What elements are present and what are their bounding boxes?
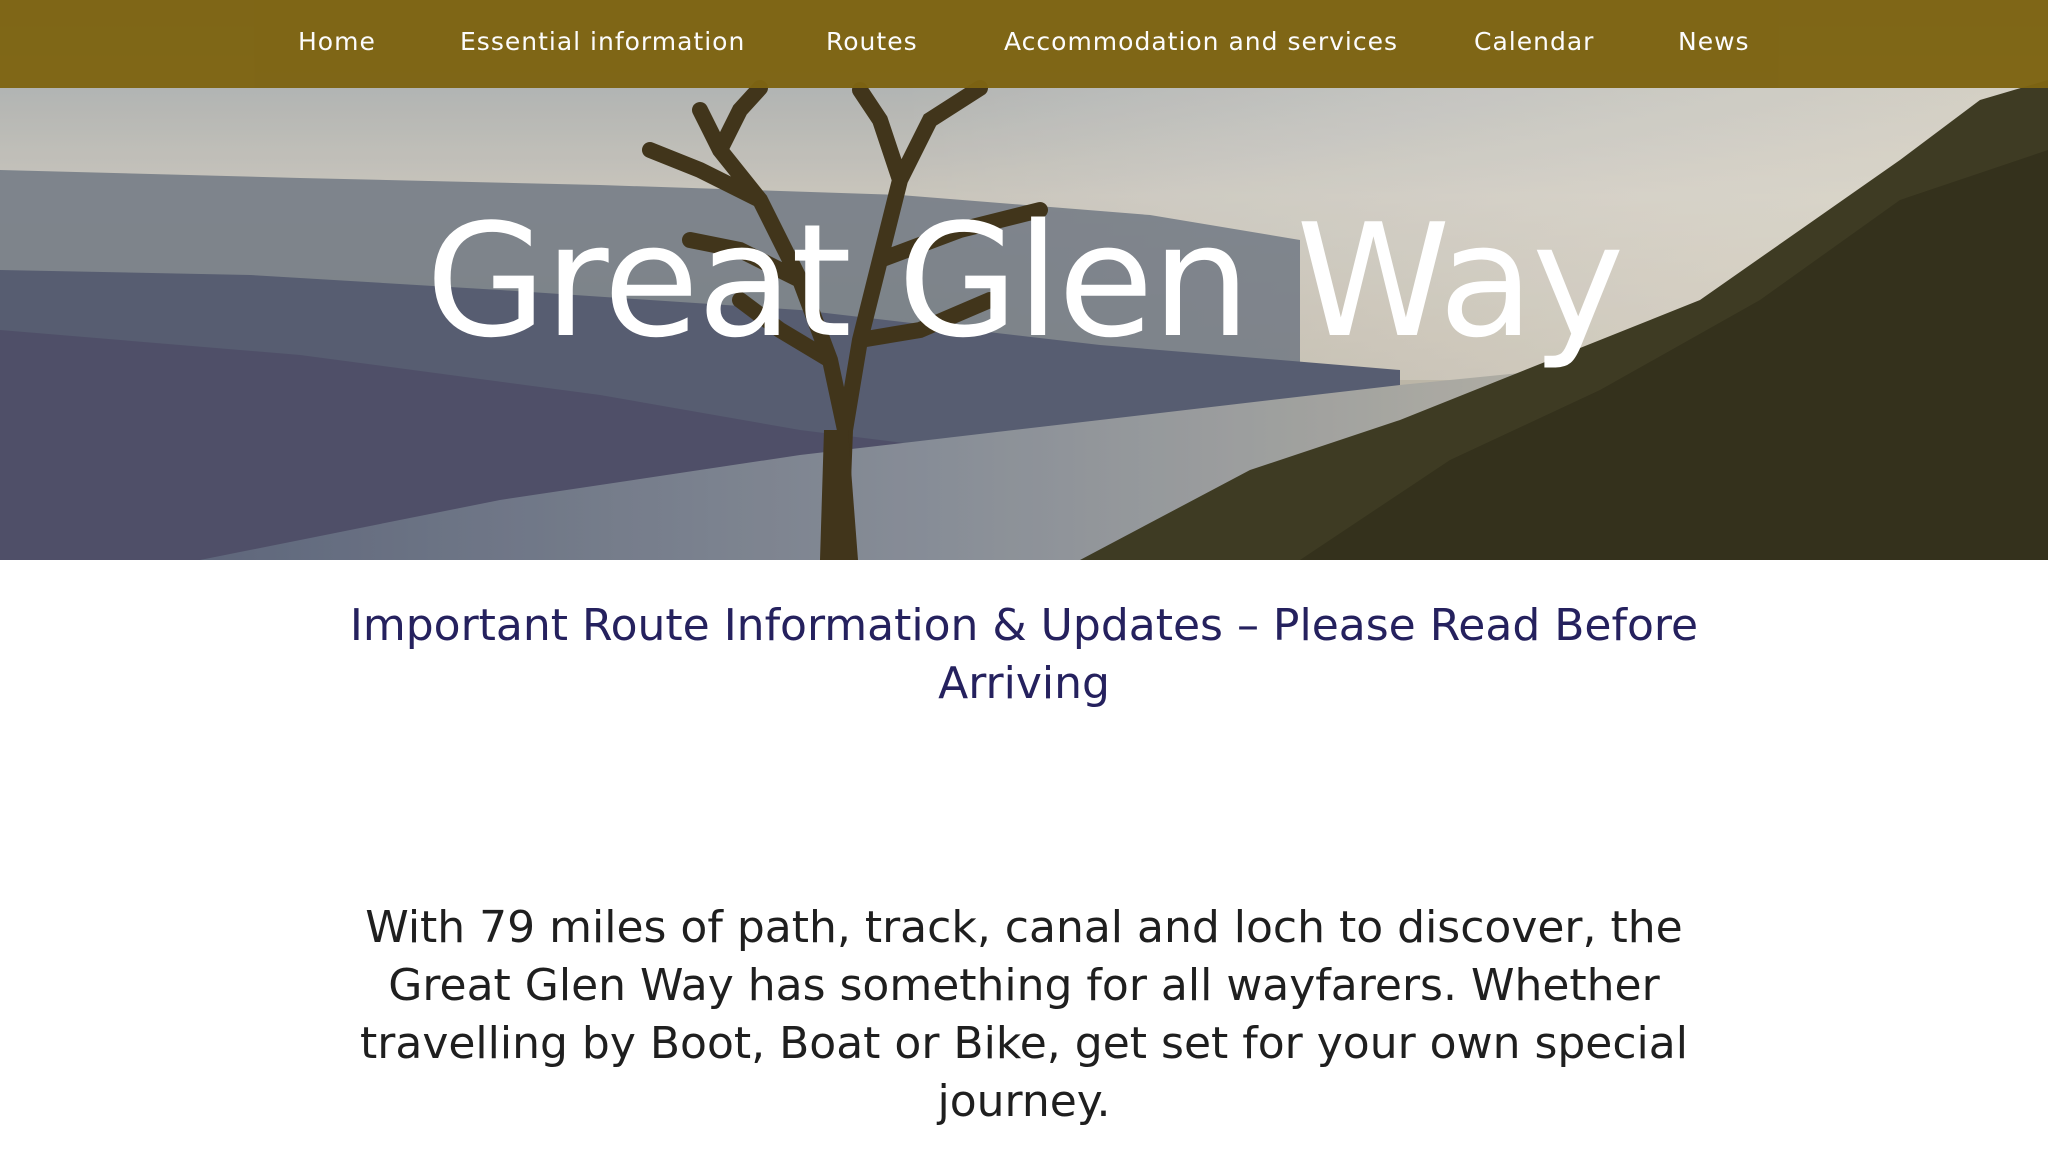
nav-item-calendar[interactable]: Calendar — [1474, 0, 1594, 84]
nav-item-accommodation[interactable]: Accommodation and services — [1004, 0, 1398, 84]
nav-item-routes[interactable]: Routes — [826, 0, 918, 84]
nav-item-news[interactable]: News — [1678, 0, 1750, 84]
route-updates-link[interactable]: Important Route Information & Updates – … — [340, 597, 1708, 713]
main-navigation: Home Essential information Routes Accomm… — [0, 0, 2048, 88]
nav-item-essential-information[interactable]: Essential information — [460, 0, 745, 84]
intro-paragraph: With 79 miles of path, track, canal and … — [360, 902, 1688, 1127]
nav-item-home[interactable]: Home — [298, 0, 376, 84]
hero-title: Great Glen Way — [425, 190, 1625, 372]
